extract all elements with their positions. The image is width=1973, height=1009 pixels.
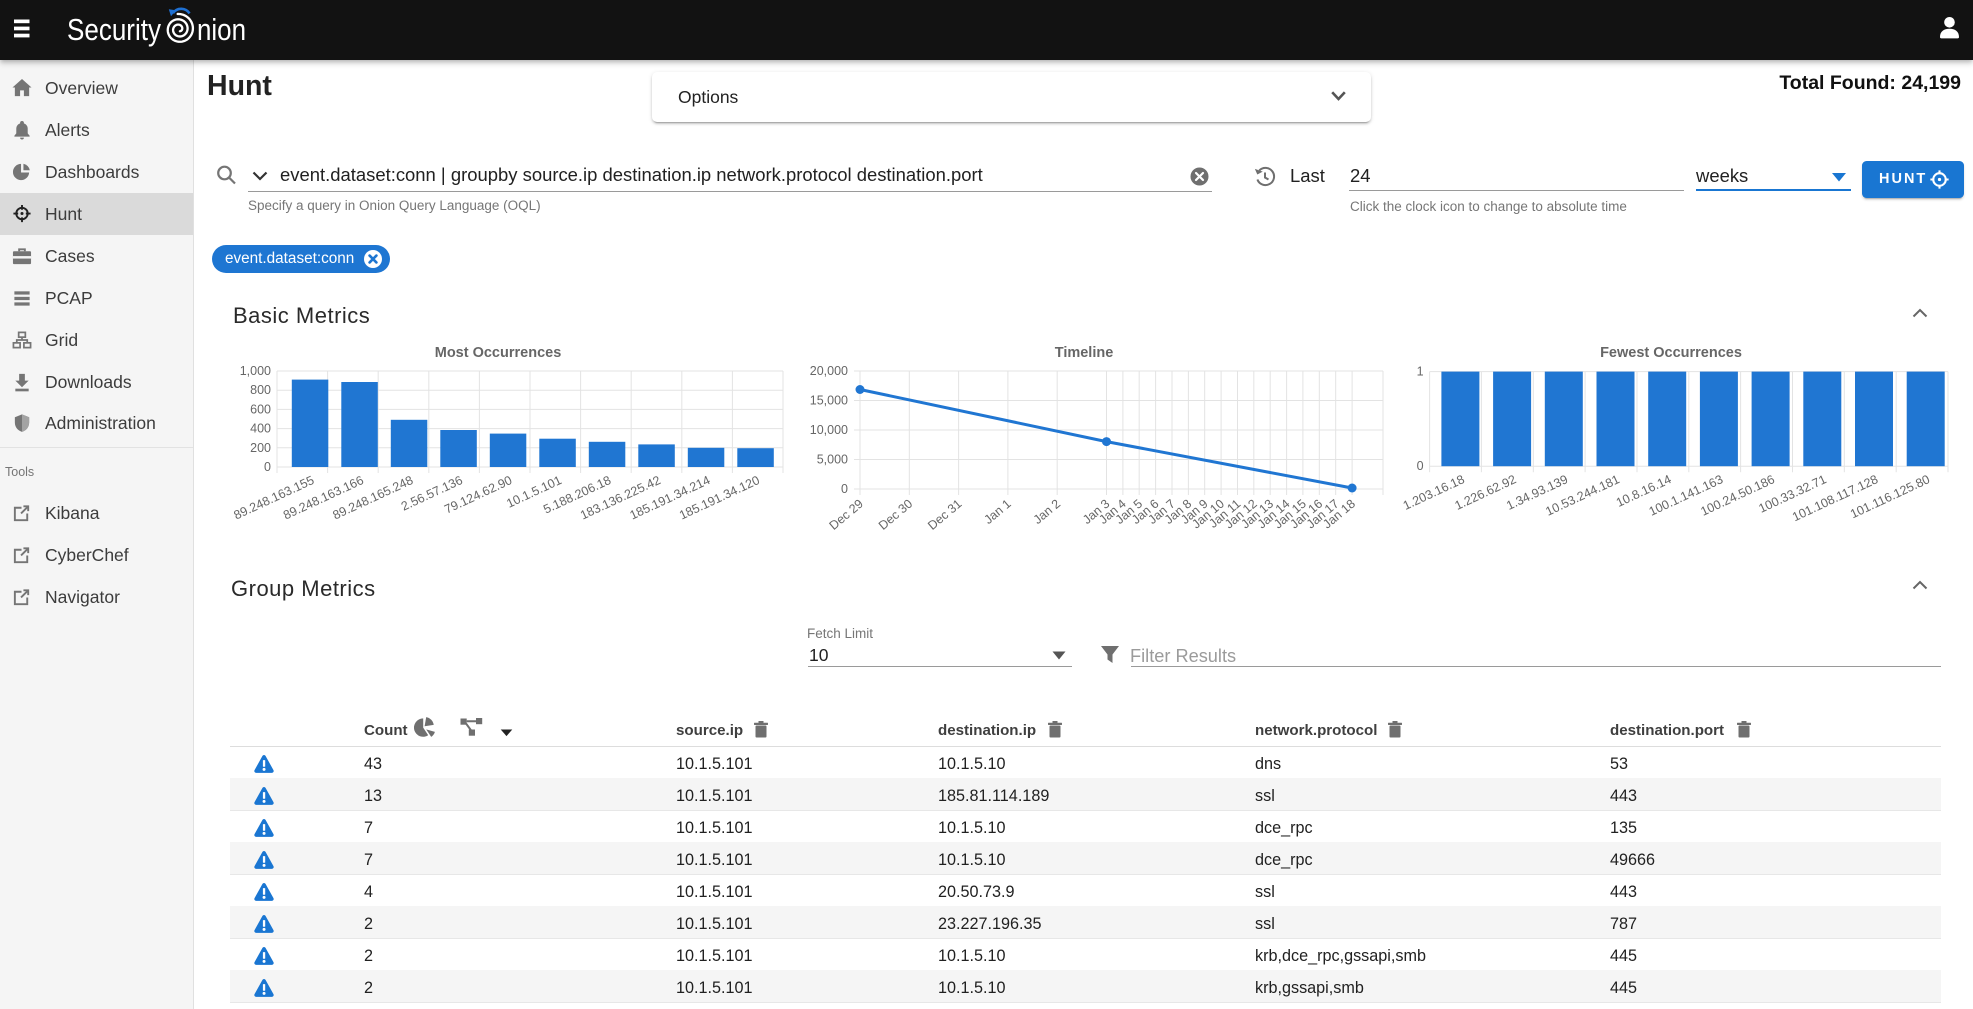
svg-text:1,000: 1,000	[240, 364, 271, 378]
svg-text:Fewest Occurrences: Fewest Occurrences	[1600, 345, 1742, 361]
svg-text:800: 800	[250, 383, 271, 397]
svg-text:Dec 29: Dec 29	[827, 497, 866, 533]
svg-text:600: 600	[250, 402, 271, 416]
svg-text:Jan 1: Jan 1	[981, 497, 1013, 527]
svg-text:Jan 2: Jan 2	[1031, 497, 1063, 527]
svg-text:Timeline: Timeline	[1055, 345, 1114, 361]
svg-text:400: 400	[250, 422, 271, 436]
svg-text:15,000: 15,000	[810, 394, 848, 408]
svg-text:Dec 30: Dec 30	[876, 497, 915, 533]
svg-text:0: 0	[264, 460, 271, 474]
svg-text:nion: nion	[197, 13, 246, 47]
svg-text:20,000: 20,000	[810, 364, 848, 378]
svg-text:0: 0	[1417, 459, 1424, 473]
svg-text:200: 200	[250, 441, 271, 455]
svg-text:1: 1	[1417, 365, 1424, 379]
svg-text:5,000: 5,000	[817, 453, 848, 467]
svg-text:89.248.163.155: 89.248.163.155	[232, 473, 317, 522]
svg-text:Security: Security	[67, 13, 162, 47]
svg-text:0: 0	[841, 482, 848, 496]
svg-text:Dec 31: Dec 31	[925, 497, 964, 533]
svg-text:Most Occurrences: Most Occurrences	[435, 345, 562, 361]
svg-text:10,000: 10,000	[810, 423, 848, 437]
